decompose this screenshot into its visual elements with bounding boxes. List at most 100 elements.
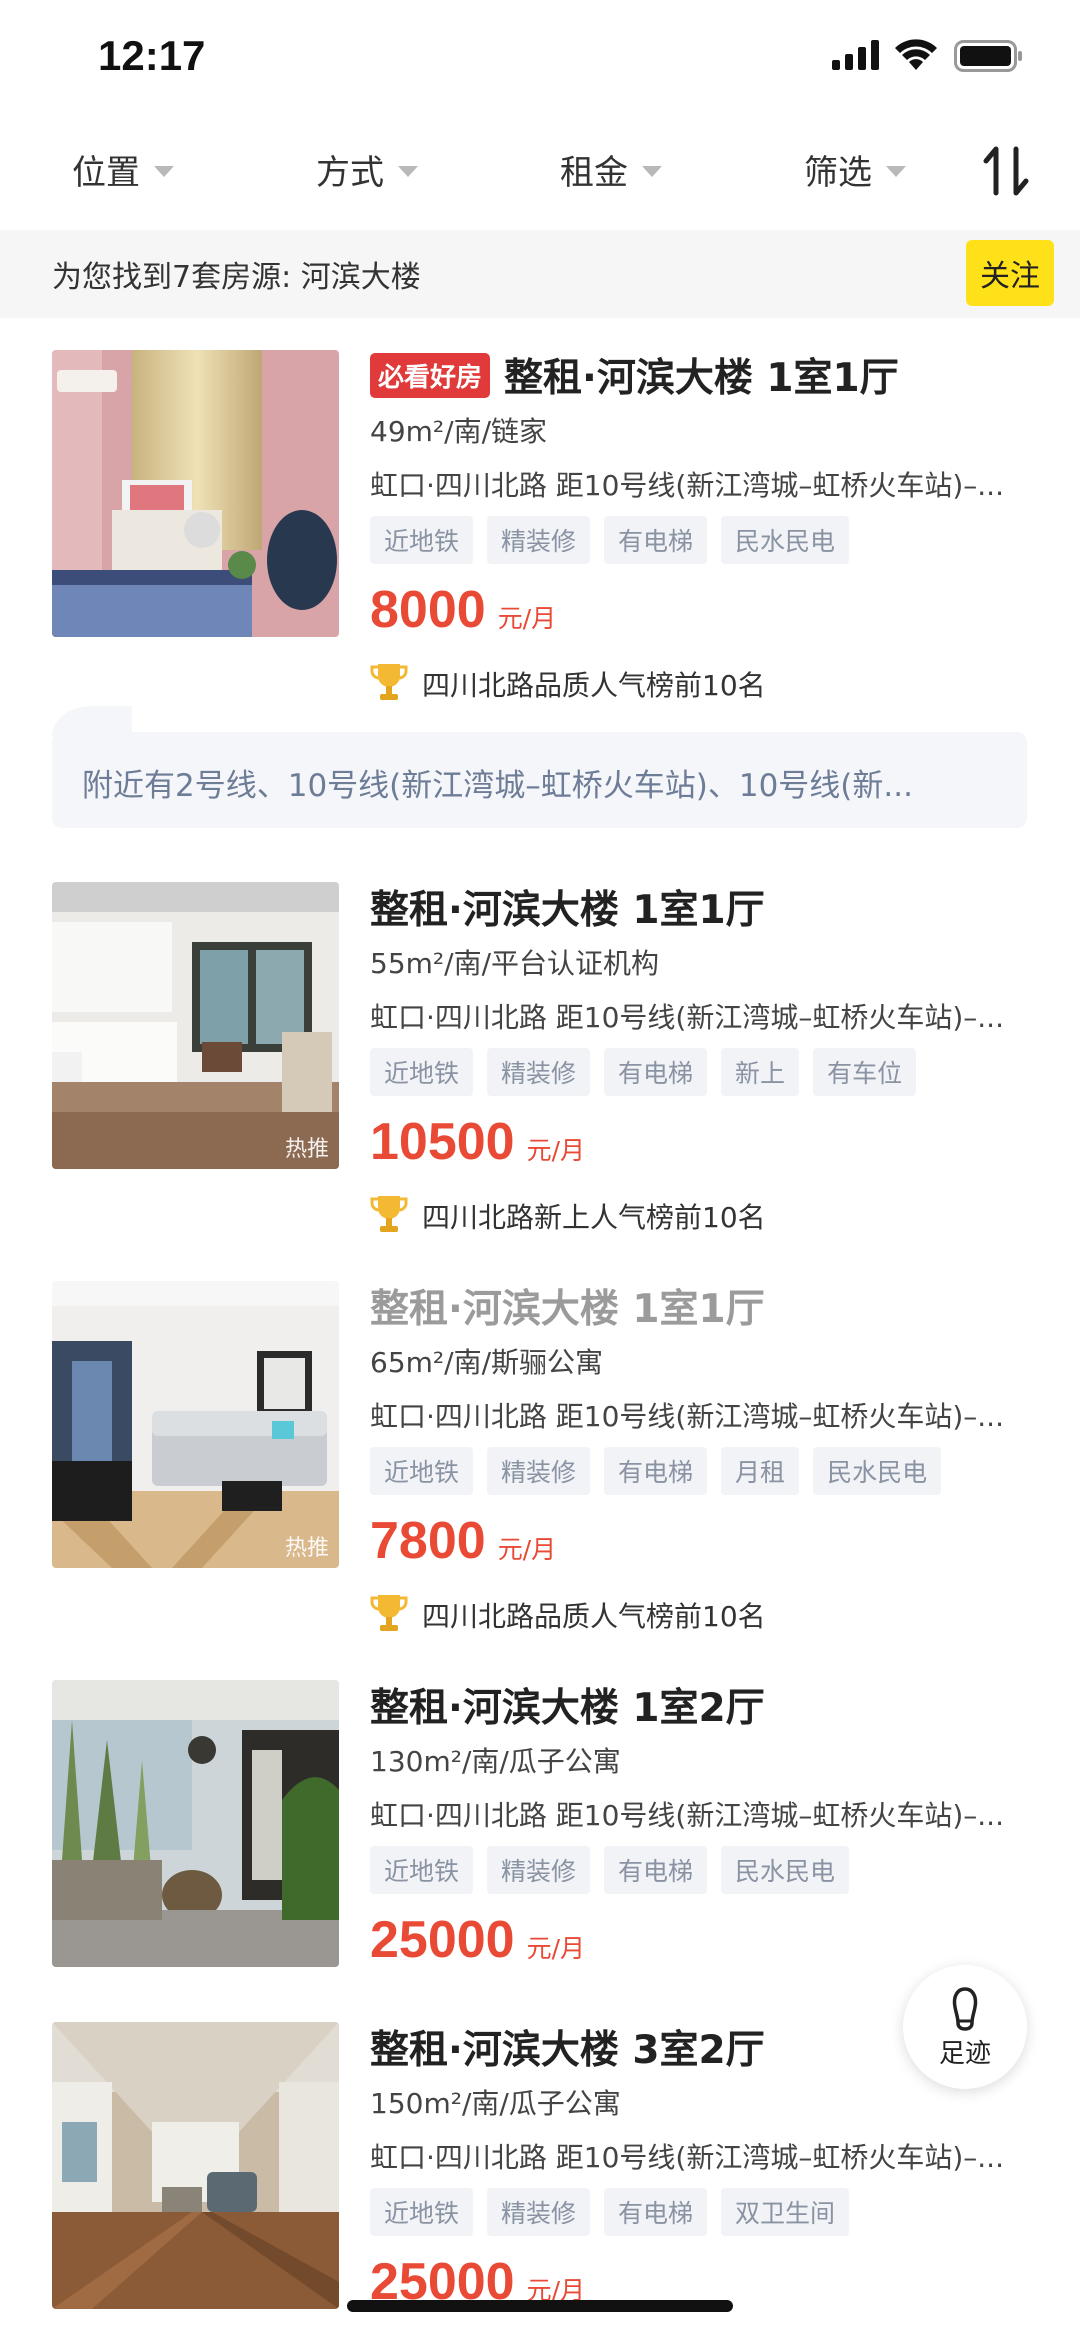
listing-spec: 150m²/南/瓜子公寓 — [370, 2087, 621, 2120]
listing-price: 7800 — [370, 1512, 486, 1570]
footprint-label: 足迹 — [938, 2039, 991, 2069]
listing-rank-row[interactable]: 四川北路品质人气榜前10名 — [370, 662, 766, 706]
listing-price-unit: 元/月 — [526, 1934, 586, 1963]
listing-photo[interactable]: 热推 — [52, 882, 339, 1169]
listing-title: 整租·河滨大楼 1室2厅 — [370, 1686, 765, 1731]
listing-tag: 近地铁 — [370, 2188, 474, 2236]
nearby-transit-box[interactable]: 附近有2号线、10号线(新江湾城–虹桥火车站)、10号线(新... — [52, 732, 1027, 828]
listing-title-row: 整租·河滨大楼 1室2厅 — [370, 1677, 765, 1733]
cellular-signal-icon — [832, 40, 882, 74]
listing-rank-text: 四川北路品质人气榜前10名 — [422, 1600, 766, 1633]
trophy-icon — [370, 1593, 408, 1637]
listing-photo[interactable] — [52, 350, 339, 637]
nearby-transit-text: 附近有2号线、10号线(新江湾城–虹桥火车站)、10号线(新... — [82, 768, 913, 804]
listing-price: 10500 — [370, 1113, 515, 1171]
caret-down-icon — [398, 166, 418, 177]
listing-tag: 精装修 — [487, 1846, 591, 1894]
listing-price-unit: 元/月 — [497, 604, 557, 633]
listing-price-unit: 元/月 — [497, 1535, 557, 1564]
listing-tags: 近地铁 精装修 有电梯 民水民电 — [370, 516, 850, 564]
listing-tag: 民水民电 — [813, 1447, 942, 1495]
filter-location-label: 位置 — [72, 153, 140, 193]
listing-photo[interactable] — [52, 1680, 339, 1967]
listing-tag: 精装修 — [487, 1447, 591, 1495]
listing-tag: 精装修 — [487, 1048, 591, 1096]
listing-price-row: 7800 元/月 — [370, 1511, 556, 1571]
listing-tag: 民水民电 — [721, 516, 850, 564]
caret-down-icon — [642, 166, 662, 177]
wifi-icon — [894, 38, 938, 76]
sort-arrows-icon[interactable] — [982, 145, 1032, 201]
listing-rank-row[interactable]: 四川北路新上人气榜前10名 — [370, 1194, 766, 1238]
listing-location: 虹口·四川北路 距10号线(新江湾城–虹桥火车站)–... — [370, 2141, 1004, 2174]
filter-rent[interactable]: 租金 — [560, 145, 662, 194]
listing-title: 整租·河滨大楼 1室1厅 — [370, 888, 765, 933]
trophy-icon — [370, 1194, 408, 1238]
caret-down-icon — [886, 166, 906, 177]
listing-tag: 近地铁 — [370, 1048, 474, 1096]
listing-photo[interactable]: 热推 — [52, 1281, 339, 1568]
listing-rank-text: 四川北路新上人气榜前10名 — [422, 1201, 766, 1234]
listing-rank-text: 四川北路品质人气榜前10名 — [422, 669, 766, 702]
footprint-button[interactable]: 足迹 — [903, 1965, 1027, 2089]
listing-tags: 近地铁 精装修 有电梯 双卫生间 — [370, 2188, 850, 2236]
filter-bar: 位置 方式 租金 筛选 — [0, 115, 1080, 231]
battery-icon — [954, 40, 1024, 76]
listing-price-row: 25000 元/月 — [370, 1910, 585, 1970]
listing-title: 整租·河滨大楼 1室1厅 — [504, 356, 899, 401]
listing-card[interactable]: 热推 整租·河滨大楼 1室1厅 65m²/南/斯骊公寓 虹口·四川北路 距10号… — [0, 1278, 1080, 1633]
result-info-bar: 为您找到7套房源: 河滨大楼 关注 — [0, 230, 1080, 318]
listing-tags: 近地铁 精装修 有电梯 新上 有车位 — [370, 1048, 917, 1096]
filter-method[interactable]: 方式 — [316, 145, 418, 194]
listing-tags: 近地铁 精装修 有电梯 民水民电 — [370, 1846, 850, 1894]
listing-spec: 55m²/南/平台认证机构 — [370, 947, 659, 980]
must-see-badge: 必看好房 — [370, 352, 491, 398]
listing-tag: 新上 — [721, 1048, 800, 1096]
caret-down-icon — [154, 166, 174, 177]
listing-title-row: 整租·河滨大楼 3室2厅 — [370, 2019, 765, 2075]
listing-tag: 有电梯 — [604, 1048, 708, 1096]
filter-method-label: 方式 — [316, 153, 384, 193]
listing-tag: 近地铁 — [370, 1447, 474, 1495]
listing-card[interactable]: 整租·河滨大楼 1室2厅 130m²/南/瓜子公寓 虹口·四川北路 距10号线(… — [0, 1680, 1080, 1980]
listing-tag: 有电梯 — [604, 1447, 708, 1495]
listing-location: 虹口·四川北路 距10号线(新江湾城–虹桥火车站)–... — [370, 1001, 1004, 1034]
listing-price-unit: 元/月 — [526, 1136, 586, 1165]
listing-price: 25000 — [370, 1911, 515, 1969]
listing-location: 虹口·四川北路 距10号线(新江湾城–虹桥火车站)–... — [370, 1799, 1004, 1832]
filter-more-label: 筛选 — [804, 153, 872, 193]
listing-card[interactable]: 必看好房 整租·河滨大楼 1室1厅 49m²/南/链家 虹口·四川北路 距10号… — [0, 347, 1080, 702]
filter-more[interactable]: 筛选 — [804, 145, 906, 194]
listing-title-row: 整租·河滨大楼 1室1厅 — [370, 879, 765, 935]
follow-button[interactable]: 关注 — [966, 240, 1054, 306]
listing-tag: 精装修 — [487, 2188, 591, 2236]
listing-tag: 近地铁 — [370, 1846, 474, 1894]
filter-rent-label: 租金 — [560, 153, 628, 193]
listing-spec: 65m²/南/斯骊公寓 — [370, 1346, 603, 1379]
listing-title-row: 整租·河滨大楼 1室1厅 — [370, 1278, 765, 1334]
filter-location[interactable]: 位置 — [72, 145, 174, 194]
listing-card[interactable]: 热推 整租·河滨大楼 1室1厅 55m²/南/平台认证机构 虹口·四川北路 距1… — [0, 879, 1080, 1234]
listing-spec: 130m²/南/瓜子公寓 — [370, 1745, 621, 1778]
trophy-icon — [370, 662, 408, 706]
listing-photo[interactable] — [52, 2022, 339, 2309]
listing-tag: 有电梯 — [604, 2188, 708, 2236]
photo-hot-badge: 热推 — [284, 1536, 329, 1561]
listing-tag: 月租 — [721, 1447, 800, 1495]
result-count-text: 为您找到7套房源: 河滨大楼 — [52, 260, 421, 295]
listing-tag: 有车位 — [813, 1048, 917, 1096]
listing-tag: 有电梯 — [604, 516, 708, 564]
photo-hot-badge: 热推 — [284, 1137, 329, 1162]
listing-tag: 双卫生间 — [721, 2188, 850, 2236]
footprint-icon — [947, 1985, 983, 2035]
listing-tag: 有电梯 — [604, 1846, 708, 1894]
home-indicator[interactable] — [347, 2300, 733, 2312]
listing-rank-row[interactable]: 四川北路品质人气榜前10名 — [370, 1593, 766, 1637]
listing-price-row: 10500 元/月 — [370, 1112, 585, 1172]
status-time: 12:17 — [98, 32, 206, 79]
listing-tag: 精装修 — [487, 516, 591, 564]
listing-tag: 近地铁 — [370, 516, 474, 564]
listing-title: 整租·河滨大楼 1室1厅 — [370, 1287, 765, 1332]
status-bar: 12:17 — [0, 0, 1080, 115]
listing-title-row: 必看好房 整租·河滨大楼 1室1厅 — [370, 347, 899, 403]
